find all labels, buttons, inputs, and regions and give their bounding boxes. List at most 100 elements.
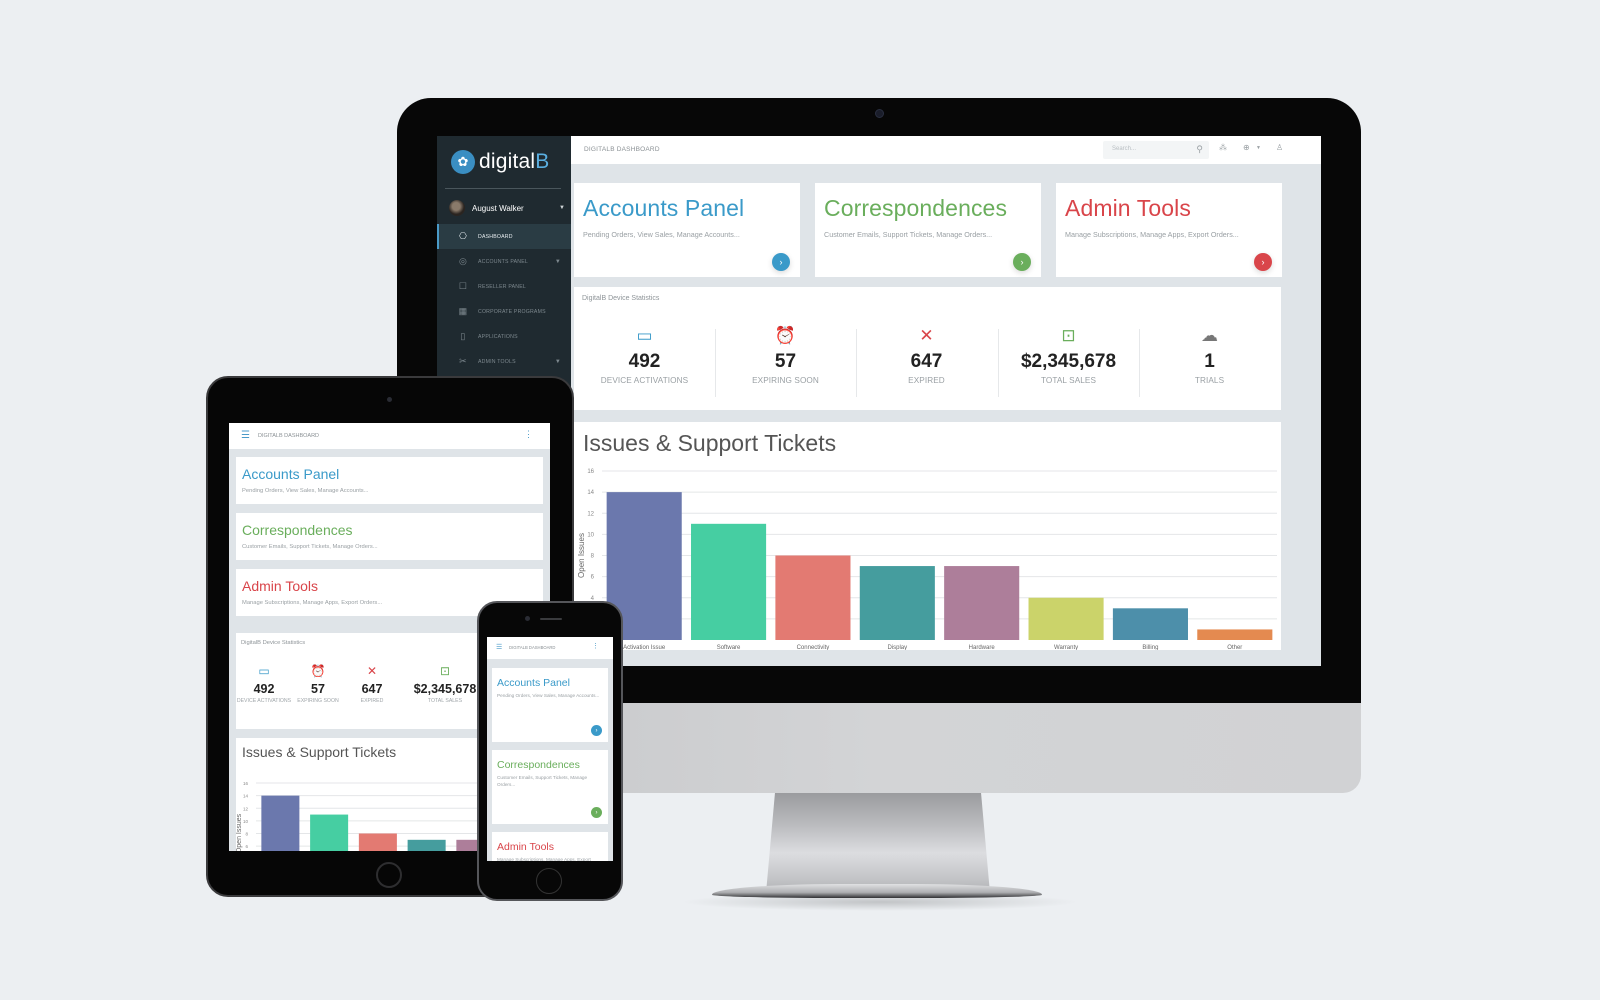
user-menu[interactable]: August Walker ▼	[449, 196, 565, 220]
x-tick-label: Hardware	[969, 645, 996, 650]
chart-title: Issues & Support Tickets	[583, 430, 837, 456]
breadcrumb[interactable]: DIGITALB DASHBOARD	[584, 146, 660, 153]
bar-billing	[1112, 608, 1188, 640]
sidebar-item-dashboard[interactable]: ⎔ DASHBOARD	[437, 224, 571, 249]
bar-warranty	[1028, 597, 1104, 640]
stat-label: EXPIRING SOON	[297, 698, 339, 704]
stat-expired: ✕ 647 EXPIRED	[342, 663, 402, 705]
bee-hexagon-icon: ✿	[451, 150, 475, 174]
chevron-right-icon[interactable]: ›	[591, 725, 602, 736]
bar-hardware	[944, 566, 1020, 640]
correspondences-card[interactable]: Correspondences Customer Emails, Support…	[815, 183, 1041, 277]
chevron-right-icon[interactable]: ›	[591, 807, 602, 818]
y-tick-label: 8	[245, 832, 248, 837]
monitor-camera	[875, 109, 884, 118]
search-icon[interactable]: ⚲	[1196, 144, 1203, 155]
sidebar-item-reseller-panel[interactable]: ☐ RESELLER PANEL	[437, 274, 571, 299]
alarm-clock-icon: ⏰	[774, 326, 797, 345]
globe-icon[interactable]: ⊕	[1243, 143, 1250, 152]
sidebar-item-admin-tools[interactable]: ✂ ADMIN TOOLS ▼	[437, 349, 571, 374]
stat-label: EXPIRED	[360, 698, 384, 704]
x-icon: ✕	[919, 326, 934, 345]
stat-label: EXPIRED	[908, 376, 945, 385]
sidebar-item-corporate-programs[interactable]: ▦ CORPORATE PROGRAMS	[437, 299, 571, 324]
sidebar-item-applications[interactable]: ▯ APPLICATIONS	[437, 324, 571, 349]
issues-bar-chart: 246810121416Open IssuesActivation IssueS…	[577, 469, 1277, 650]
stats-title: DigitalB Device Statistics	[241, 640, 306, 646]
brand-name: digitalB	[479, 150, 550, 174]
card-subtitle: Manage Subscriptions, Manage Apps, Expor…	[497, 857, 591, 861]
sidebar-item-label: ACCOUNTS PANEL	[478, 258, 528, 265]
caret-down-icon[interactable]: ▼	[1256, 145, 1261, 151]
bar-software	[310, 814, 349, 851]
chevron-right-icon[interactable]: ›	[1254, 253, 1272, 271]
monitor-stand-neck	[766, 793, 990, 893]
more-vertical-icon[interactable]: ⋮	[524, 429, 533, 440]
sidebar-item-accounts-panel[interactable]: ◎ ACCOUNTS PANEL ▼	[437, 249, 571, 274]
card-title: Admin Tools	[497, 841, 555, 853]
admin-tools-card[interactable]: Admin Tools Manage Subscriptions, Manage…	[1056, 183, 1282, 277]
money-icon: ⊡	[439, 664, 451, 678]
card-title: Correspondences	[824, 195, 1008, 221]
chevron-right-icon[interactable]: ›	[772, 253, 790, 271]
sidebar-item-label: ADMIN TOOLS	[478, 358, 516, 365]
caret-down-icon: ▼	[554, 358, 561, 365]
card-subtitle: Customer Emails, Support Tickets, Manage…	[242, 544, 378, 550]
card-subtitle: Customer Emails, Support Tickets, Manage…	[497, 775, 588, 787]
correspondences-card[interactable]: Correspondences Customer Emails, Support…	[236, 513, 543, 560]
x-icon: ✕	[366, 664, 378, 678]
hamburger-menu-icon[interactable]: ☰	[496, 643, 502, 651]
stat-total-sales: ⊡ $2,345,678 TOTAL SALES	[406, 663, 484, 705]
x-tick-label: Display	[887, 645, 907, 650]
stat-value: $2,345,678	[1020, 351, 1117, 372]
activity-icon[interactable]: ⁂	[1219, 143, 1227, 152]
breadcrumb: DIGITALB DASHBOARD	[258, 433, 320, 439]
sidebar-item-label: CORPORATE PROGRAMS	[478, 308, 546, 315]
card-title: Correspondences	[242, 522, 353, 538]
card-title: Admin Tools	[242, 578, 319, 594]
tablet-camera	[387, 397, 392, 402]
accounts-panel-card[interactable]: Accounts Panel Pending Orders, View Sale…	[492, 668, 608, 742]
user-circle-icon: ◎	[458, 256, 468, 266]
bar-other	[1197, 629, 1273, 640]
accounts-panel-card[interactable]: Accounts Panel Pending Orders, View Sale…	[574, 183, 800, 277]
card-subtitle: Pending Orders, View Sales, Manage Accou…	[242, 488, 369, 494]
chart-title: Issues & Support Tickets	[242, 744, 397, 760]
more-vertical-icon[interactable]: ⋮	[592, 642, 599, 650]
stat-value: 492	[628, 351, 661, 372]
y-tick-label: 16	[243, 781, 249, 786]
hamburger-menu-icon[interactable]: ☰	[241, 430, 250, 441]
brand-name-suffix: B	[535, 150, 550, 173]
phone-home-button[interactable]	[536, 868, 562, 894]
x-tick-label: Software	[717, 645, 741, 650]
phone-screen: ☰ DIGITALB DASHBOARD ⋮ Accounts Panel Pe…	[487, 637, 613, 861]
stat-expired: ✕ 647 EXPIRED	[856, 325, 997, 397]
tablet-home-button[interactable]	[376, 862, 402, 888]
stat-value: 57	[311, 682, 325, 696]
accounts-panel-card[interactable]: Accounts Panel Pending Orders, View Sale…	[236, 457, 543, 504]
correspondences-card[interactable]: Correspondences Customer Emails, Support…	[492, 750, 608, 824]
stat-value: $2,345,678	[413, 682, 477, 696]
x-tick-label: Connectivity	[797, 645, 830, 650]
chevron-right-icon[interactable]: ›	[1013, 253, 1031, 271]
sidebar-item-label: APPLICATIONS	[478, 333, 518, 340]
stat-value: 492	[253, 682, 275, 696]
card-title: Admin Tools	[1065, 195, 1191, 221]
y-tick-label: 16	[587, 469, 594, 475]
brand-logo[interactable]: ✿ digitalB	[451, 150, 550, 174]
card-subtitle: Customer Emails, Support Tickets, Manage…	[824, 230, 993, 239]
stat-expiring-soon: ⏰ 57 EXPIRING SOON	[715, 325, 856, 397]
x-tick-label: Billing	[1142, 645, 1158, 650]
stat-trials: ☁ 1 TRIALS	[1139, 325, 1280, 397]
user-name: August Walker	[472, 203, 524, 213]
search-input[interactable]: Search... ⚲	[1103, 141, 1209, 159]
sidebar-item-label: DASHBOARD	[478, 233, 513, 240]
admin-tools-card[interactable]: Admin Tools Manage Subscriptions, Manage…	[492, 832, 608, 861]
sidebar-nav: ⎔ DASHBOARD ◎ ACCOUNTS PANEL ▼ ☐ RESELLE…	[437, 224, 571, 374]
card-subtitle: Manage Subscriptions, Manage Apps, Expor…	[1065, 230, 1239, 239]
stat-value: 647	[910, 351, 943, 372]
bar-connectivity	[358, 833, 397, 851]
y-tick-label: 10	[243, 819, 249, 824]
user-icon[interactable]: ♙	[1276, 143, 1283, 152]
y-axis-label: Open Issues	[577, 533, 586, 578]
